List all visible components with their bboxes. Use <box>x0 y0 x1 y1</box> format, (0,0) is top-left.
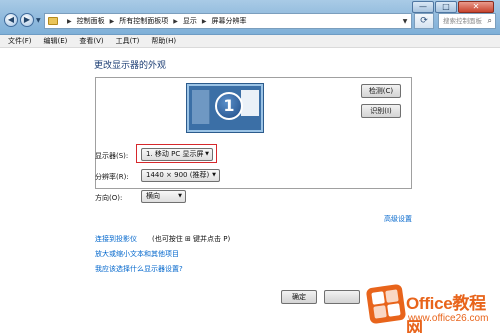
chevron-right-icon[interactable]: ▶ <box>202 18 207 25</box>
menu-help[interactable]: 帮助(H) <box>151 36 176 46</box>
forward-arrow-icon[interactable]: ▶ <box>20 13 34 27</box>
menu-file[interactable]: 文件(F) <box>8 36 32 46</box>
window-titlebar: — □ ✕ ◀ ▶ ▼ ▶ 控制面板 ▶ 所有控制面板项 ▶ 显示 ▶ 屏幕分辨… <box>0 0 500 35</box>
office-logo-icon <box>365 283 407 325</box>
display-label: 显示器(S): <box>95 152 129 160</box>
text-size-link[interactable]: 放大或缩小文本和其他项目 <box>95 249 179 259</box>
watermark: Office教程网 www.office26.com <box>365 282 500 333</box>
detect-button[interactable]: 检测(C) <box>361 84 401 98</box>
projector-shortcut-hint: (也可按住 ⊞ 键并点击 P) <box>152 235 231 243</box>
cancel-button[interactable] <box>324 290 360 304</box>
orientation-select[interactable]: 横向 ▼ <box>141 190 186 203</box>
highlight-box <box>136 144 217 163</box>
address-bar[interactable]: ▶ 控制面板 ▶ 所有控制面板项 ▶ 显示 ▶ 屏幕分辨率 ▼ <box>44 13 412 29</box>
caption-buttons: — □ ✕ <box>412 1 494 13</box>
address-dropdown-icon[interactable]: ▼ <box>399 18 411 25</box>
monitor-window-panel <box>241 90 259 116</box>
monitor-number-badge: 1 <box>215 92 243 120</box>
close-button[interactable]: ✕ <box>458 1 494 13</box>
chevron-down-icon: ▼ <box>212 172 216 178</box>
breadcrumb-item-display[interactable]: 显示 <box>183 16 197 26</box>
breadcrumb-item-all-items[interactable]: 所有控制面板项 <box>119 16 168 26</box>
watermark-url: www.office26.com <box>408 313 489 324</box>
menu-bar: 文件(F) 编辑(E) 查看(V) 工具(T) 帮助(H) <box>0 35 500 48</box>
chevron-right-icon[interactable]: ▶ <box>110 18 115 25</box>
menu-edit[interactable]: 编辑(E) <box>44 36 68 46</box>
identify-button[interactable]: 识别(I) <box>361 104 401 118</box>
connect-projector-link[interactable]: 连接到投影仪 <box>95 234 137 244</box>
menu-tools[interactable]: 工具(T) <box>116 36 140 46</box>
maximize-button[interactable]: □ <box>435 1 457 13</box>
menu-view[interactable]: 查看(V) <box>79 36 103 46</box>
chevron-right-icon[interactable]: ▶ <box>173 18 178 25</box>
breadcrumb-item-screen-resolution[interactable]: 屏幕分辨率 <box>212 16 247 26</box>
display-settings-help-link[interactable]: 我应该选择什么显示器设置? <box>95 264 183 274</box>
search-input[interactable]: 搜索控制面板 ⌕ <box>438 13 496 29</box>
ok-button[interactable]: 确定 <box>281 290 317 304</box>
monitor-thumbnail[interactable]: 1 <box>187 84 263 132</box>
breadcrumb: ▶ 控制面板 ▶ 所有控制面板项 ▶ 显示 ▶ 屏幕分辨率 <box>62 16 247 26</box>
recent-pages-dropdown-icon[interactable]: ▼ <box>36 17 41 24</box>
resolution-select-value: 1440 × 900 (推荐) <box>146 171 210 179</box>
refresh-button[interactable]: ⟳ <box>414 13 434 29</box>
control-panel-icon <box>48 17 58 25</box>
chevron-down-icon: ▼ <box>178 193 182 199</box>
orientation-select-value: 横向 <box>146 192 160 200</box>
resolution-select[interactable]: 1440 × 900 (推荐) ▼ <box>141 169 220 182</box>
advanced-settings-link[interactable]: 高级设置 <box>384 214 412 224</box>
search-icon: ⌕ <box>487 16 492 25</box>
resolution-label: 分辨率(R): <box>95 173 129 181</box>
minimize-button[interactable]: — <box>412 1 434 13</box>
search-placeholder: 搜索控制面板 <box>443 17 482 25</box>
page-title: 更改显示器的外观 <box>94 61 167 71</box>
orientation-label: 方向(O): <box>95 194 123 202</box>
breadcrumb-item-control-panel[interactable]: 控制面板 <box>77 16 105 26</box>
watermark-title: Office教程网 <box>406 294 486 333</box>
chevron-right-icon: ▶ <box>67 17 72 25</box>
refresh-icon: ⟳ <box>420 16 428 26</box>
monitor-desktop-panel <box>192 90 210 124</box>
back-arrow-icon[interactable]: ◀ <box>4 13 18 27</box>
